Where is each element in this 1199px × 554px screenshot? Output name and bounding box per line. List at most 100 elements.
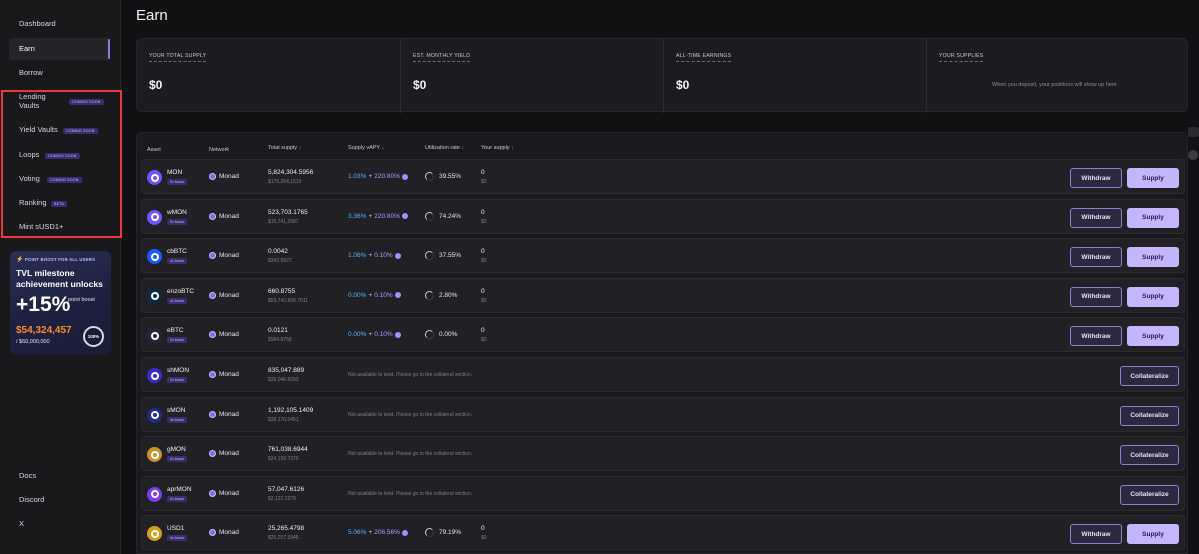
point-boost-card[interactable]: ⚡ POINT BOOST FOR ALL USERS TVL mileston… [10, 251, 111, 355]
total-supply: 5,824,304.5956 [268, 169, 314, 176]
all-time-earnings-card: ALL-TIME EARNINGS $0 [663, 39, 926, 113]
table-row[interactable]: gMON 2x boost Monad 761,038.6944 $24,199.737… [141, 436, 1185, 472]
monthly-yield-value: $0 [413, 78, 427, 92]
active-nav-indicator [108, 39, 110, 59]
header-supply-apy-label: Supply vAPY [348, 145, 381, 151]
sidebar-item-dashboard[interactable]: Dashboard [19, 19, 56, 29]
withdraw-button[interactable]: Withdraw [1070, 286, 1122, 307]
supply-button[interactable]: Supply [1127, 247, 1179, 268]
supply-apy: 1.03% +220.80% [348, 173, 408, 180]
side-action-icon[interactable] [1188, 150, 1198, 160]
table-row[interactable]: enzoBTC 4x boost Monad 660.8755 $53,742,808.… [141, 277, 1185, 313]
utilization-ring-icon [425, 330, 434, 340]
all-time-earnings-label: ALL-TIME EARNINGS [676, 53, 732, 62]
utilization-rate: 0.00% [439, 331, 458, 339]
network-cell: Monad [209, 252, 239, 260]
table-row[interactable]: sMON 4x boost Monad 1,192,105.1409 $38,170.0… [141, 396, 1185, 432]
reward-apy: 0.10% [374, 291, 393, 299]
utilization-rate: 79.19% [439, 529, 462, 537]
total-supply: 1,192,105.1409 [268, 406, 314, 414]
asset-name: MON [167, 169, 183, 176]
sidebar-item-docs[interactable]: Docs [19, 471, 36, 481]
utilization-cell: 0.00% [425, 330, 458, 340]
withdraw-button[interactable]: Withdraw [1070, 207, 1122, 228]
network-cell: Monad [209, 331, 239, 339]
page-title: Earn [136, 7, 168, 24]
summary-panel: YOUR TOTAL SUPPLY $0 EST. MONTHLY YIELD … [136, 38, 1188, 113]
asset-icon [147, 288, 162, 304]
asset-icon [147, 447, 162, 463]
total-supply-usd: $39,046.8393 [268, 377, 299, 383]
withdraw-button[interactable]: Withdraw [1070, 247, 1122, 268]
table-row[interactable]: eBTC 2x boost Monad 0.0121 $984.8758 0.00% +0.… [141, 317, 1185, 353]
supply-button[interactable]: Supply [1127, 524, 1179, 545]
utilization-rate: 2.80% [439, 291, 458, 299]
table-row[interactable]: cbBTC 4x boost Monad 0.0042 $342.5827 1.06% +0… [141, 238, 1185, 274]
sidebar-item-earn[interactable]: Earn [19, 44, 35, 54]
table-row[interactable]: shMON 2x boost Monad 835,047.889 $39,046.839… [141, 357, 1185, 392]
total-supply-card: YOUR TOTAL SUPPLY $0 [137, 39, 400, 113]
boost-badge: 2x boost [167, 495, 187, 502]
withdraw-button[interactable]: Withdraw [1070, 168, 1122, 188]
supply-button[interactable]: Supply [1127, 168, 1179, 188]
header-utilization[interactable]: Utilization rate ↓ [425, 145, 464, 151]
boost-badge: 2x boost [167, 456, 187, 463]
utilization-cell: 37.55% [425, 251, 461, 261]
monad-icon [209, 291, 216, 299]
header-your-supply[interactable]: Your supply ↓ [481, 145, 514, 151]
table-row[interactable]: MON 2x boost Monad 5,824,304.5956 $175,264,1… [141, 159, 1185, 194]
withdraw-button[interactable]: Withdraw [1070, 326, 1122, 347]
reward-token-icon [394, 252, 401, 259]
boost-badge: 2x boost [167, 337, 187, 344]
base-apy: 1.06% [348, 252, 367, 260]
collateralize-button[interactable]: Collateralize [1120, 405, 1179, 426]
table-row[interactable]: USD1 4x boost Monad 25,265.4798 $25,257.3945… [141, 515, 1185, 551]
all-time-earnings-value: $0 [676, 78, 690, 92]
utilization-ring-icon [425, 290, 434, 300]
total-supply: 660.8755 [268, 287, 296, 295]
promo-percent: +15% [16, 293, 71, 316]
utilization-cell: 74.24% [425, 211, 461, 221]
sidebar-item-borrow[interactable]: Borrow [19, 68, 43, 78]
your-supply: 0 [481, 525, 485, 533]
sidebar-item-discord[interactable]: Discord [19, 495, 44, 505]
collateralize-button[interactable]: Collateralize [1120, 366, 1179, 386]
lightning-icon: ⚡ [16, 257, 24, 263]
network-cell: Monad [209, 529, 239, 537]
progress-ring: 100% [83, 326, 104, 347]
table-row[interactable]: wMON 2x boost Monad 523,703.1765 $15,741,258… [141, 198, 1185, 234]
sidebar-item-x[interactable]: X [19, 519, 24, 529]
sidebar: Dashboard Earn Borrow Lending Vaults COM… [0, 0, 122, 554]
side-widget[interactable] [1188, 127, 1199, 137]
utilization-ring-icon [425, 172, 434, 181]
supply-button[interactable]: Supply [1127, 326, 1179, 347]
base-apy: 1.03% [348, 173, 367, 180]
network-name: Monad [219, 410, 239, 418]
asset-name: wMON [167, 208, 187, 216]
your-supply: 0 [481, 169, 485, 176]
your-supply: 0 [481, 208, 485, 216]
boost-badge: 4x boost [167, 535, 187, 542]
monthly-yield-label: EST. MONTHLY YIELD [413, 53, 471, 62]
sort-down-icon: ↓ [381, 145, 385, 151]
supply-button[interactable]: Supply [1127, 286, 1179, 307]
total-supply-usd: $175,264,1519 [268, 179, 302, 185]
header-total-supply[interactable]: Total supply ↓ [268, 145, 301, 151]
collateralize-button[interactable]: Collateralize [1120, 445, 1179, 466]
asset-icon [147, 209, 162, 225]
network-name: Monad [219, 450, 239, 458]
header-your-supply-label: Your supply [481, 145, 510, 151]
header-supply-apy[interactable]: Supply vAPY ↓ [348, 145, 384, 151]
supply-button[interactable]: Supply [1127, 207, 1179, 228]
network-name: Monad [219, 529, 239, 537]
table-row[interactable]: aprMON 2x boost Monad 57,047.6126 $2,122.227… [141, 475, 1185, 511]
reward-token-icon [401, 173, 408, 180]
asset-name: USD1 [167, 525, 185, 533]
total-supply: 835,047.889 [268, 367, 305, 374]
total-supply-usd: $53,742,808.7811 [268, 297, 308, 304]
asset-icon [147, 407, 162, 423]
total-supply-usd: $38,170.0451 [268, 416, 299, 423]
monad-icon [209, 212, 216, 220]
collateralize-button[interactable]: Collateralize [1120, 484, 1179, 505]
withdraw-button[interactable]: Withdraw [1070, 524, 1122, 545]
